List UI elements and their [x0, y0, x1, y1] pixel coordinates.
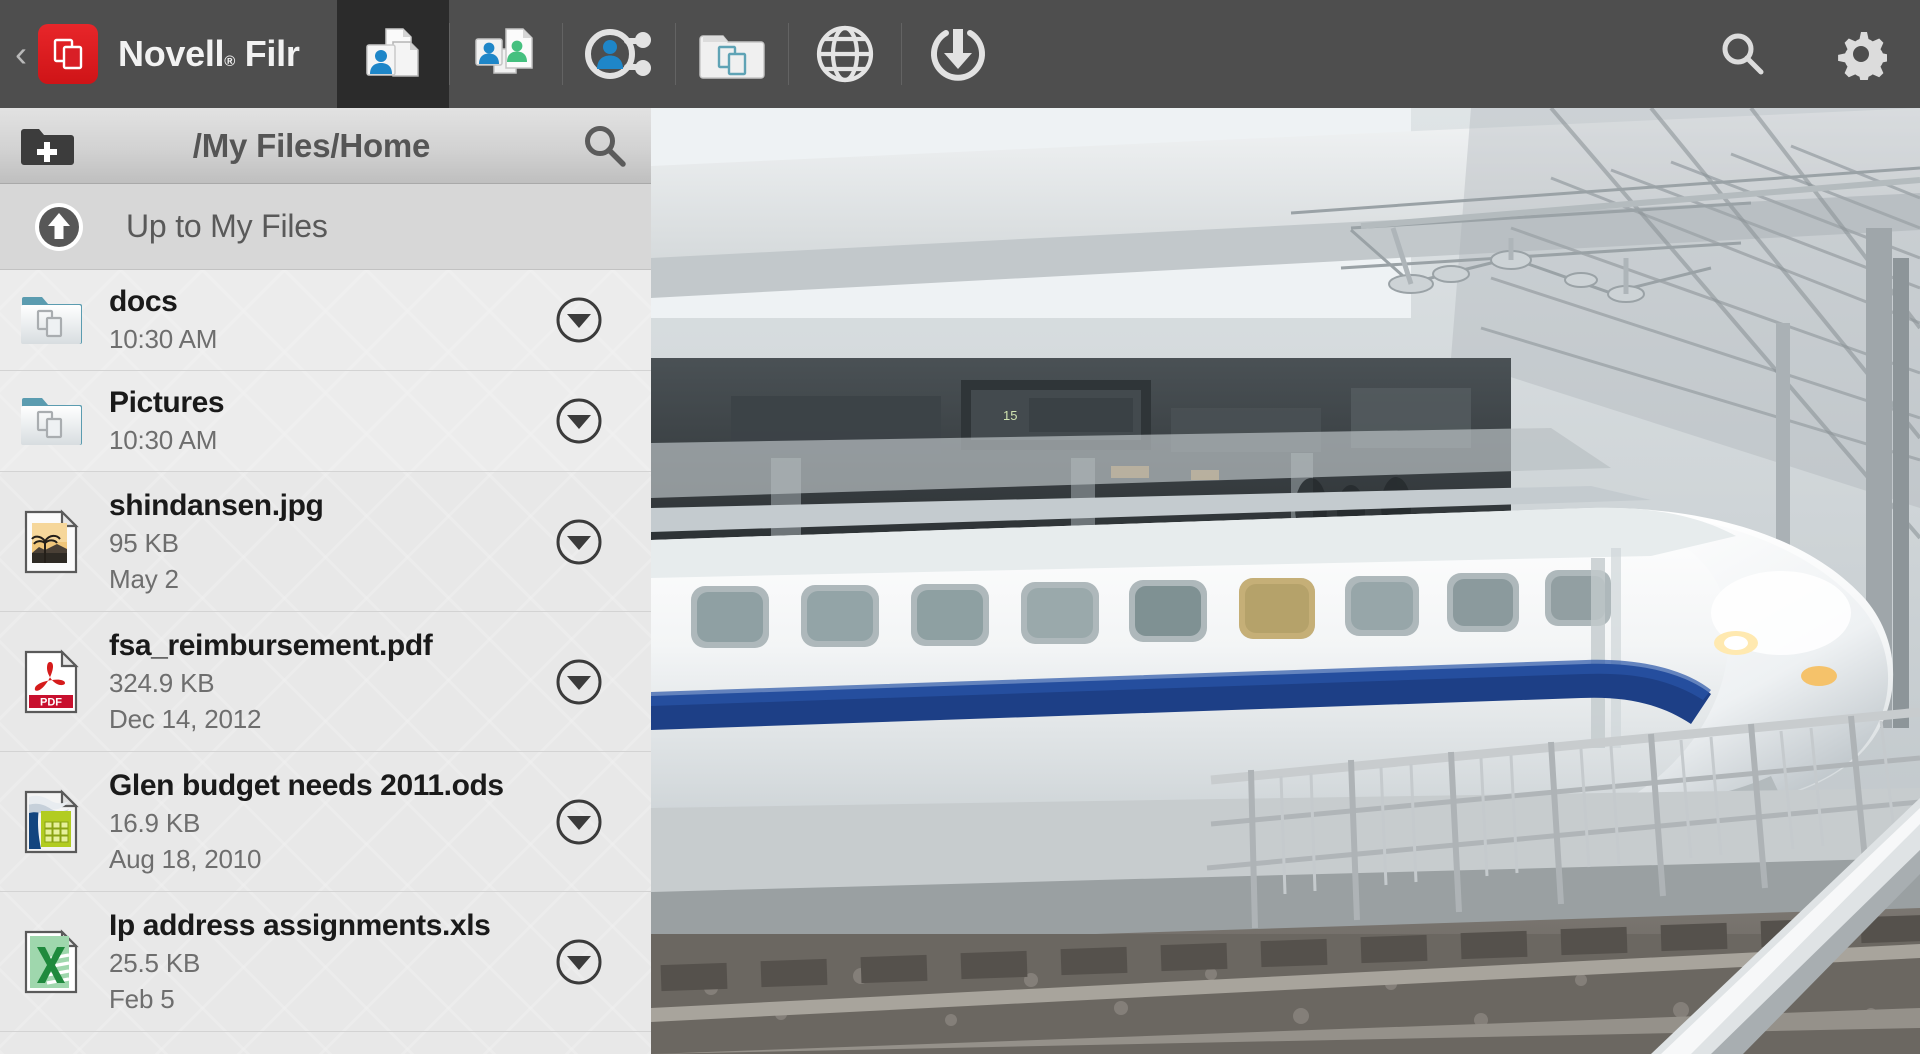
- folder-docs-icon: [18, 384, 84, 458]
- shared-by-me-icon: [585, 29, 651, 79]
- list-item-text: Pictures 10:30 AM: [109, 386, 554, 456]
- list-item[interactable]: PDF fsa_reimbursement.pdf 324.9 KB Dec 1…: [0, 612, 651, 752]
- list-item-text: fsa_reimbursement.pdf 324.9 KB Dec 14, 2…: [109, 629, 554, 735]
- brand-name-filr: Filr: [244, 33, 300, 74]
- page-title: Novell® Filr: [118, 33, 300, 75]
- list-item[interactable]: Glen budget needs 2011.ods 16.9 KB Aug 1…: [0, 752, 651, 892]
- list-item-text: docs 10:30 AM: [109, 285, 554, 355]
- up-to-parent-row[interactable]: Up to My Files: [0, 184, 651, 270]
- xls-file-icon: [18, 925, 84, 999]
- file-name: shindansen.jpg: [109, 488, 324, 522]
- gear-icon: [1838, 32, 1887, 80]
- file-date: Feb 5: [109, 983, 175, 1014]
- filr-app-window: ‹ Novell® Filr /My Files/Home Up to My F…: [0, 0, 1920, 1054]
- shared-with-me-icon: [475, 28, 533, 74]
- file-size: 25.5 KB: [109, 947, 201, 978]
- chevron-down-circle-icon[interactable]: [554, 295, 604, 345]
- list-item-text: Ip address assignments.xls 25.5 KB Feb 5: [109, 909, 554, 1015]
- sidebar-search-button[interactable]: [559, 122, 651, 170]
- file-size: 324.9 KB: [109, 667, 215, 698]
- global-search-button[interactable]: [1684, 0, 1802, 108]
- up-to-parent-label: Up to My Files: [126, 208, 328, 244]
- file-preview-image: 15: [651, 108, 1920, 1054]
- list-item[interactable]: shindansen.jpg 95 KB May 2: [0, 472, 651, 612]
- list-item[interactable]: Ip address assignments.xls 25.5 KB Feb 5: [0, 892, 651, 1032]
- file-browser-sidebar: /My Files/Home Up to My Files docs 10:30…: [0, 108, 651, 1054]
- chevron-left-icon[interactable]: ‹: [4, 36, 38, 72]
- chevron-down-circle-icon[interactable]: [554, 396, 604, 446]
- file-date: May 2: [109, 563, 179, 594]
- file-date: Dec 14, 2012: [109, 703, 262, 734]
- list-item[interactable]: Manual Androi process.docx: [0, 1032, 651, 1054]
- file-name: fsa_reimbursement.pdf: [109, 628, 433, 662]
- file-date: Aug 18, 2010: [109, 843, 262, 874]
- chevron-down-circle-icon[interactable]: [554, 797, 604, 847]
- search-icon: [1722, 33, 1764, 75]
- svg-text:15: 15: [1003, 408, 1017, 423]
- file-date: 10:30 AM: [109, 324, 218, 354]
- list-item[interactable]: docs 10:30 AM: [0, 270, 651, 371]
- registered-mark: ®: [224, 53, 236, 70]
- file-name: Pictures: [109, 386, 225, 419]
- chevron-down-circle-icon[interactable]: [554, 517, 604, 567]
- file-name: docs: [109, 285, 178, 318]
- top-toolbar: ‹ Novell® Filr: [0, 0, 1920, 108]
- image-file-icon: [18, 505, 84, 579]
- settings-button[interactable]: [1802, 0, 1920, 108]
- top-tabs: [337, 0, 1014, 108]
- svg-text:PDF: PDF: [40, 696, 62, 708]
- list-item-text: shindansen.jpg 95 KB May 2: [109, 489, 554, 595]
- chevron-down-circle-icon[interactable]: [554, 937, 604, 987]
- up-arrow-circle-icon: [33, 201, 85, 253]
- novell-filr-logo-icon[interactable]: [38, 24, 98, 84]
- search-icon: [585, 125, 626, 167]
- tab-my-files[interactable]: [337, 0, 449, 108]
- folder-docs-icon: [18, 283, 84, 357]
- tab-shared-with-me[interactable]: [450, 0, 562, 108]
- globe-icon: [816, 25, 874, 83]
- tab-public[interactable]: [789, 0, 901, 108]
- tab-downloads[interactable]: [902, 0, 1014, 108]
- file-size: 16.9 KB: [109, 807, 201, 838]
- chevron-down-circle-icon[interactable]: [554, 657, 604, 707]
- pdf-file-icon: PDF: [18, 645, 84, 719]
- file-date: 10:30 AM: [109, 425, 218, 455]
- tab-shared-by-me[interactable]: [563, 0, 675, 108]
- tab-net-folders[interactable]: [676, 0, 788, 108]
- file-list: docs 10:30 AM Pictures 10:30 AM shindans…: [0, 270, 651, 1054]
- ods-file-icon: [18, 785, 84, 859]
- file-name: Ip address assignments.xls: [109, 908, 491, 942]
- download-circle-icon: [931, 29, 985, 81]
- list-item-text: Glen budget needs 2011.ods 16.9 KB Aug 1…: [109, 769, 554, 875]
- file-size: 95 KB: [109, 527, 179, 558]
- file-name: Glen budget needs 2011.ods: [109, 768, 504, 802]
- list-item[interactable]: Pictures 10:30 AM: [0, 371, 651, 472]
- brand-name-novell: Novell: [118, 33, 225, 74]
- network-folders-icon: [699, 35, 765, 79]
- my-files-icon: [366, 28, 419, 77]
- brand-zone: ‹ Novell® Filr: [0, 0, 337, 108]
- breadcrumb: /My Files/Home: [192, 126, 431, 164]
- path-bar: /My Files/Home: [0, 108, 651, 184]
